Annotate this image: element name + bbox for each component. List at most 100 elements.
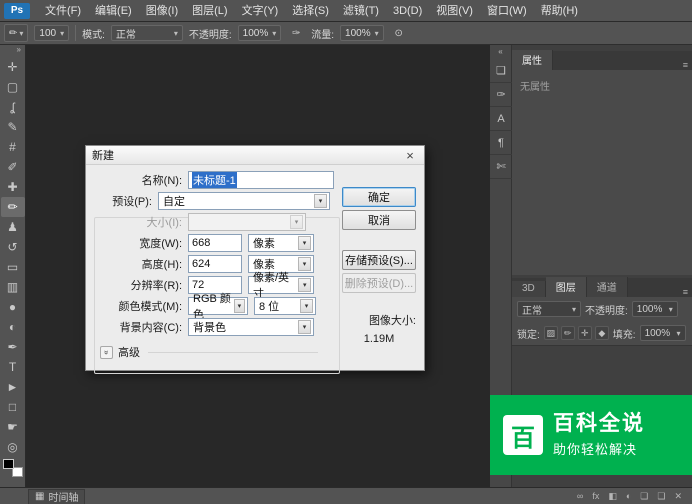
- chevron-down-icon: ▾: [298, 257, 311, 271]
- menu-layer[interactable]: 图层(L): [185, 0, 234, 22]
- tab-properties[interactable]: 属性: [512, 50, 553, 70]
- menu-edit[interactable]: 编辑(E): [88, 0, 139, 22]
- tab-3d[interactable]: 3D: [512, 281, 546, 297]
- preset-dropdown[interactable]: 自定 ▾: [158, 192, 330, 210]
- dialog-title-bar[interactable]: 新建 ×: [86, 146, 424, 165]
- rectangle-tool[interactable]: □: [1, 397, 25, 417]
- menu-view[interactable]: 视图(V): [429, 0, 480, 22]
- name-input[interactable]: 未标题-1: [188, 171, 334, 189]
- airbrush-toggle-icon[interactable]: ⊙: [390, 24, 408, 42]
- height-input[interactable]: 624: [188, 255, 242, 273]
- status-bar: ▦ 时间轴 ∞ fx ◧ ◐ ❏ ❑ ✕: [0, 487, 692, 504]
- resolution-unit-dropdown[interactable]: 像素/英寸 ▾: [248, 276, 314, 294]
- menu-window[interactable]: 窗口(W): [480, 0, 534, 22]
- type-tool[interactable]: T: [1, 357, 25, 377]
- hand-tool[interactable]: ☛: [1, 417, 25, 437]
- history-brush-tool[interactable]: ↺: [1, 237, 25, 257]
- blur-tool[interactable]: ●: [1, 297, 25, 317]
- adjustment-layer-icon[interactable]: ◐: [626, 491, 631, 502]
- blend-mode-dropdown[interactable]: 正常 ▾: [111, 25, 183, 41]
- healing-brush-tool[interactable]: ✚: [1, 177, 25, 197]
- flow-dropdown[interactable]: 100% ▾: [340, 25, 384, 41]
- clone-stamp-tool[interactable]: ♟: [1, 217, 25, 237]
- panel-menu-icon[interactable]: ≡: [683, 60, 688, 70]
- link-layers-icon[interactable]: ∞: [577, 491, 583, 502]
- layer-opacity-dropdown[interactable]: 100% ▾: [632, 301, 678, 317]
- zoom-tool[interactable]: ◎: [1, 437, 25, 457]
- collapse-tools-icon[interactable]: »: [0, 45, 25, 57]
- paragraph-panel-icon[interactable]: ¶: [490, 131, 512, 155]
- pen-tool[interactable]: ✒: [1, 337, 25, 357]
- chevron-down-icon: ▾: [272, 29, 276, 38]
- brush-presets-panel-icon[interactable]: ✑: [490, 83, 512, 107]
- promo-title: 百科全说: [553, 412, 645, 436]
- bit-depth-dropdown[interactable]: 8 位 ▾: [254, 297, 316, 315]
- size-dropdown: ▾: [188, 213, 306, 231]
- timeline-tab[interactable]: ▦ 时间轴: [28, 489, 85, 504]
- advanced-toggle-icon[interactable]: »: [100, 346, 113, 359]
- menu-3d[interactable]: 3D(D): [386, 0, 429, 22]
- menu-image[interactable]: 图像(I): [139, 0, 185, 22]
- color-swatches[interactable]: [3, 459, 23, 477]
- rectangular-marquee-tool[interactable]: ▢: [1, 77, 25, 97]
- lock-pixels-icon[interactable]: ✏: [561, 326, 575, 340]
- chevron-down-icon: ▾: [375, 29, 379, 38]
- width-input[interactable]: 668: [188, 234, 242, 252]
- background-row: 背景内容(C): 背景色 ▾: [86, 316, 424, 337]
- new-layer-icon[interactable]: ❑: [657, 491, 665, 502]
- lock-position-icon[interactable]: ✛: [578, 326, 592, 340]
- color-mode-dropdown[interactable]: RGB 颜色 ▾: [188, 297, 248, 315]
- clone-source-panel-icon[interactable]: ✄: [490, 155, 512, 179]
- chevron-down-icon: ▾: [174, 29, 178, 38]
- eyedropper-tool[interactable]: ✐: [1, 157, 25, 177]
- layer-group-icon[interactable]: ❏: [640, 491, 648, 502]
- eraser-tool[interactable]: ▭: [1, 257, 25, 277]
- promo-text: 百科全说 助你轻松解决: [553, 412, 645, 458]
- lock-all-icon[interactable]: ◆: [595, 326, 609, 340]
- tab-channels[interactable]: 通道: [587, 277, 628, 297]
- tool-preset-picker[interactable]: ✏ ▾: [4, 24, 28, 42]
- width-row: 宽度(W): 668 像素 ▾: [86, 232, 424, 253]
- lasso-tool[interactable]: ʆ: [1, 97, 25, 117]
- chevron-down-icon: ▾: [298, 278, 311, 292]
- layer-opacity-label: 不透明度:: [585, 302, 628, 317]
- foreground-color-swatch[interactable]: [3, 459, 14, 469]
- menu-help[interactable]: 帮助(H): [534, 0, 585, 22]
- color-mode-label: 颜色模式(M):: [98, 298, 182, 314]
- character-panel-icon[interactable]: A: [490, 107, 512, 131]
- lock-transparent-icon[interactable]: ▨: [544, 326, 558, 340]
- path-selection-tool[interactable]: ►: [1, 377, 25, 397]
- opacity-dropdown[interactable]: 100% ▾: [238, 25, 282, 41]
- quick-selection-tool[interactable]: ✎: [1, 117, 25, 137]
- crop-tool[interactable]: #: [1, 137, 25, 157]
- menu-file[interactable]: 文件(F): [38, 0, 88, 22]
- tab-layers[interactable]: 图层: [546, 277, 587, 297]
- move-tool[interactable]: ✛: [1, 57, 25, 77]
- width-unit-dropdown[interactable]: 像素 ▾: [248, 234, 314, 252]
- current-tool-icon: ✏: [9, 28, 17, 39]
- dodge-tool[interactable]: ◐: [1, 317, 25, 337]
- brush-size-dropdown[interactable]: 100 ▾: [34, 25, 69, 41]
- menu-select[interactable]: 选择(S): [285, 0, 336, 22]
- bit-depth-value: 8 位: [259, 298, 279, 314]
- layer-mask-icon[interactable]: ◧: [608, 491, 617, 502]
- gradient-tool[interactable]: ▥: [1, 277, 25, 297]
- fill-dropdown[interactable]: 100% ▾: [640, 325, 686, 341]
- background-dropdown[interactable]: 背景色 ▾: [188, 318, 314, 336]
- layer-style-icon[interactable]: fx: [592, 491, 599, 502]
- layer-blend-mode-dropdown[interactable]: 正常 ▾: [517, 301, 581, 317]
- tool-options-bar: ✏ ▾ 100 ▾ 模式: 正常 ▾ 不透明度: 100% ▾ ✑ 流量: 10…: [0, 22, 692, 45]
- lock-row: 锁定: ▨ ✏ ✛ ◆ 填充: 100% ▾: [512, 321, 692, 345]
- delete-layer-icon[interactable]: ✕: [674, 491, 682, 502]
- expand-panels-icon[interactable]: «: [490, 45, 511, 59]
- width-value: 668: [192, 237, 210, 249]
- advanced-label: 高级: [118, 344, 140, 360]
- menu-type[interactable]: 文字(Y): [235, 0, 286, 22]
- menu-filter[interactable]: 滤镜(T): [336, 0, 386, 22]
- history-panel-icon[interactable]: ❏: [490, 59, 512, 83]
- height-value: 624: [192, 258, 210, 270]
- panel-menu-icon[interactable]: ≡: [683, 287, 688, 297]
- close-icon[interactable]: ×: [402, 148, 418, 163]
- brush-tool[interactable]: ✏: [1, 197, 25, 217]
- pressure-opacity-icon[interactable]: ✑: [287, 24, 305, 42]
